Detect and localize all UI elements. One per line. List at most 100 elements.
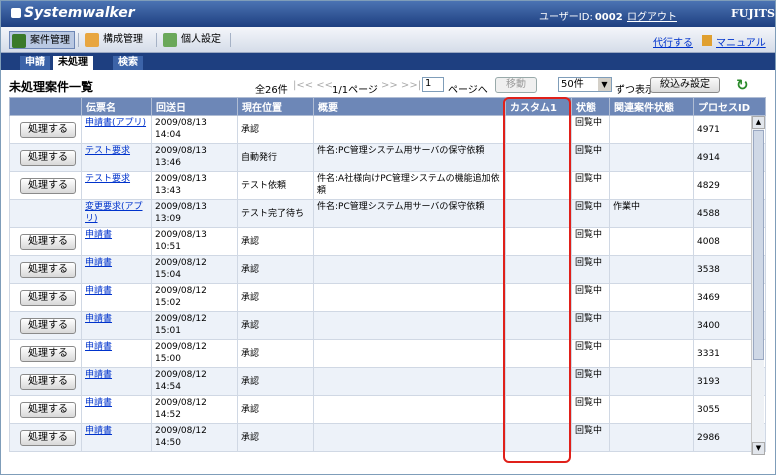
- summary-cell: [313, 115, 506, 144]
- column-header[interactable]: 回送日: [151, 97, 238, 116]
- current-position-cell: 承認: [237, 115, 314, 144]
- status-text: 回覧中: [575, 146, 603, 156]
- process-cell: 処理する: [9, 143, 82, 172]
- forward-date-cell: 2009/08/13 14:04: [151, 115, 238, 144]
- forward-date-cell: 2009/08/13 13:09: [151, 199, 238, 228]
- column-header[interactable]: 現在位置: [237, 97, 314, 116]
- menu-config-management[interactable]: 構成管理: [83, 31, 147, 49]
- column-header[interactable]: プロセスID: [693, 97, 766, 116]
- forward-date-text: 2009/08/12 15:02: [155, 286, 207, 308]
- vendor-logo: FUJITSU: [731, 7, 775, 20]
- current-position-text: テスト依頼: [241, 181, 287, 191]
- slip-link[interactable]: 申請書: [85, 230, 112, 240]
- slip-link[interactable]: 申請書: [85, 370, 112, 380]
- manual-link[interactable]: マニュアル: [702, 34, 766, 49]
- tab-apply[interactable]: 申請: [20, 56, 50, 70]
- slip-link[interactable]: テスト要求: [85, 174, 130, 184]
- count-suffix: ずつ表示: [615, 85, 655, 96]
- count-select[interactable]: 50件 ▼: [558, 77, 612, 92]
- summary-cell: [313, 255, 506, 284]
- menu-case-management[interactable]: 案件管理: [9, 31, 75, 49]
- summary-text: 件名:PC管理システム用サーバの保守依頼: [317, 146, 485, 156]
- process-button[interactable]: 処理する: [20, 122, 76, 138]
- scroll-up-icon[interactable]: ▲: [752, 116, 765, 129]
- pager-first-prev[interactable]: |<< <<: [293, 80, 333, 91]
- forward-date-cell: 2009/08/12 14:54: [151, 367, 238, 396]
- column-header[interactable]: 概要: [313, 97, 506, 116]
- process-id-text: 3400: [697, 321, 720, 331]
- process-button[interactable]: 処理する: [20, 430, 76, 446]
- current-position-text: 自動発行: [241, 153, 278, 163]
- page-info: 1/1ページ: [332, 85, 378, 96]
- table-row: 処理する 申請書 2009/08/12 15:00 承認 回覧中 3331: [9, 339, 766, 368]
- scroll-thumb[interactable]: [753, 130, 764, 360]
- tab-search[interactable]: 検索: [113, 56, 143, 70]
- slip-link[interactable]: 申請書: [85, 314, 112, 324]
- related-status-cell: 作業中: [609, 199, 694, 228]
- process-button[interactable]: 処理する: [20, 318, 76, 334]
- forward-date-text: 2009/08/13 13:43: [155, 174, 207, 196]
- refresh-icon[interactable]: ↻: [736, 76, 749, 94]
- slip-name-cell: 申請書: [81, 423, 152, 452]
- slip-link[interactable]: 申請書: [85, 342, 112, 352]
- current-position-text: 承認: [241, 237, 260, 247]
- related-status-cell: [609, 255, 694, 284]
- forward-date-cell: 2009/08/12 14:50: [151, 423, 238, 452]
- current-position-text: 承認: [241, 433, 260, 443]
- slip-name-cell: テスト要求: [81, 143, 152, 172]
- table-body: 処理する 申請書(アプリ) 2009/08/13 14:04 承認 回覧中 4971 処理す…: [9, 115, 766, 452]
- status-cell: 回覧中: [571, 171, 610, 200]
- status-text: 回覧中: [575, 398, 603, 408]
- process-button[interactable]: 処理する: [20, 262, 76, 278]
- current-position-text: 承認: [241, 265, 260, 275]
- page-number-input[interactable]: 1: [422, 77, 444, 92]
- table-row: 処理する 申請書 2009/08/12 15:02 承認 回覧中 3469: [9, 283, 766, 312]
- tab-pending[interactable]: 未処理: [53, 56, 93, 70]
- column-header[interactable]: 伝票名: [81, 97, 152, 116]
- current-position-text: 承認: [241, 377, 260, 387]
- current-position-text: 承認: [241, 125, 260, 135]
- related-status-cell: [609, 143, 694, 172]
- pager-next-last[interactable]: >> >>|: [381, 80, 421, 91]
- column-header[interactable]: 関連案件状態: [609, 97, 694, 116]
- summary-cell: [313, 311, 506, 340]
- process-cell: 処理する: [9, 171, 82, 200]
- process-button[interactable]: 処理する: [20, 150, 76, 166]
- summary-cell: 件名:A社様向けPC管理システムの機能追加依頼: [313, 171, 506, 200]
- slip-link[interactable]: 申請書(アプリ): [85, 118, 146, 128]
- user-id: 0002: [594, 12, 623, 23]
- process-cell: 処理する: [9, 367, 82, 396]
- scroll-down-icon[interactable]: ▼: [752, 442, 765, 455]
- process-button[interactable]: 処理する: [20, 402, 76, 418]
- filter-settings-button[interactable]: 絞込み設定: [650, 77, 720, 93]
- slip-link[interactable]: 申請書: [85, 398, 112, 408]
- process-id-text: 3331: [697, 349, 720, 359]
- status-text: 回覧中: [575, 342, 603, 352]
- slip-link[interactable]: 申請書: [85, 286, 112, 296]
- slip-link[interactable]: 申請書: [85, 258, 112, 268]
- slip-link[interactable]: 申請書: [85, 426, 112, 436]
- table-row: 処理する 申請書(アプリ) 2009/08/13 14:04 承認 回覧中 4971: [9, 115, 766, 144]
- move-button[interactable]: 移動: [495, 77, 537, 93]
- slip-link[interactable]: 変更要求(アプリ): [85, 202, 143, 224]
- process-button[interactable]: 処理する: [20, 374, 76, 390]
- process-button[interactable]: 処理する: [20, 178, 76, 194]
- vertical-scrollbar[interactable]: ▲ ▼: [751, 116, 765, 455]
- process-button[interactable]: 処理する: [20, 234, 76, 250]
- proxy-link[interactable]: 代行する: [653, 34, 693, 49]
- forward-date-text: 2009/08/13 13:46: [155, 146, 207, 168]
- slip-link[interactable]: テスト要求: [85, 146, 130, 156]
- slip-name-cell: 申請書: [81, 339, 152, 368]
- process-id-text: 3055: [697, 405, 720, 415]
- logout-link[interactable]: ログアウト: [627, 8, 677, 23]
- status-cell: 回覧中: [571, 311, 610, 340]
- process-button[interactable]: 処理する: [20, 346, 76, 362]
- column-header[interactable]: 状態: [571, 97, 610, 116]
- slip-name-cell: 変更要求(アプリ): [81, 199, 152, 228]
- process-id-text: 3469: [697, 293, 720, 303]
- divider: [78, 33, 79, 47]
- related-status-cell: [609, 367, 694, 396]
- process-button[interactable]: 処理する: [20, 290, 76, 306]
- logo-icon: [11, 8, 21, 18]
- menu-personal-settings[interactable]: 個人設定: [161, 31, 225, 49]
